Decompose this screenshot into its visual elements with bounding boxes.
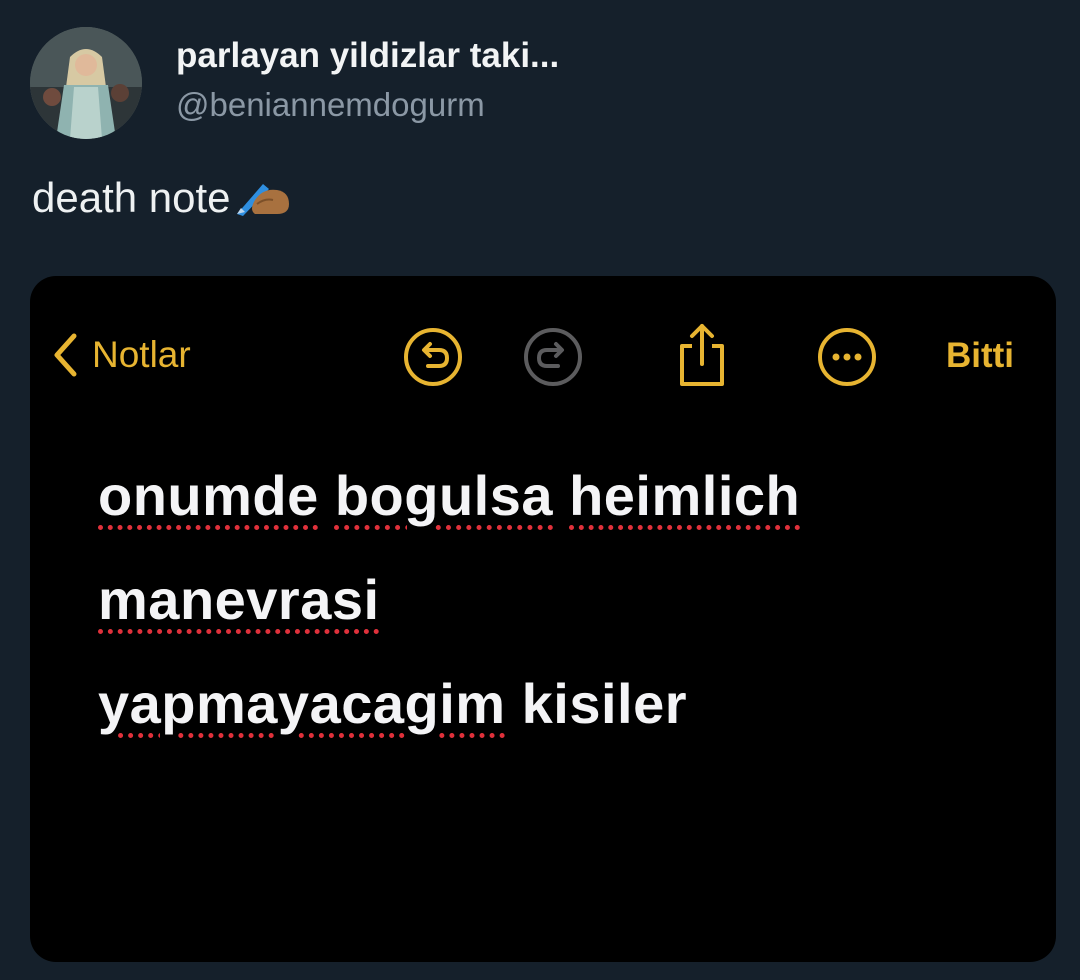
word-space <box>553 464 569 527</box>
notes-screenshot[interactable]: Notlar Bitti onumde bogulsa heimlich man… <box>30 276 1056 962</box>
tweet: parlayan yildizlar taki... @beniannemdog… <box>0 0 1080 980</box>
note-word: yapmayacagim <box>98 672 506 735</box>
note-word: heimlich <box>569 464 801 527</box>
done-button[interactable]: Bitti <box>946 336 1014 376</box>
tweet-text: death note <box>32 170 291 226</box>
note-word: manevrasi <box>98 568 380 631</box>
avatar-photo <box>30 27 142 139</box>
note-body[interactable]: onumde bogulsa heimlich manevrasi yapmay… <box>98 444 800 756</box>
note-word: kisiler <box>521 672 688 735</box>
note-word: onumde <box>98 464 319 527</box>
display-name[interactable]: parlayan yildizlar taki... <box>176 36 559 76</box>
share-icon[interactable] <box>672 320 732 395</box>
note-line: yapmayacagim kisiler <box>98 652 800 756</box>
writing-hand-icon <box>233 170 291 226</box>
word-space <box>319 464 335 527</box>
notes-toolbar: Notlar Bitti <box>30 276 1056 436</box>
note-line: manevrasi <box>98 548 800 652</box>
tweet-text-content: death note <box>32 174 231 221</box>
note-line: onumde bogulsa heimlich <box>98 444 800 548</box>
user-handle[interactable]: @beniannemdogurm <box>176 86 485 124</box>
word-space <box>506 672 522 735</box>
more-icon[interactable] <box>816 326 878 393</box>
back-button[interactable]: Notlar <box>52 332 191 378</box>
redo-icon[interactable] <box>522 326 584 393</box>
avatar[interactable] <box>30 27 142 139</box>
chevron-left-icon <box>54 333 77 377</box>
note-word: bogulsa <box>334 464 554 527</box>
undo-icon[interactable] <box>402 326 464 393</box>
back-label: Notlar <box>92 334 191 375</box>
